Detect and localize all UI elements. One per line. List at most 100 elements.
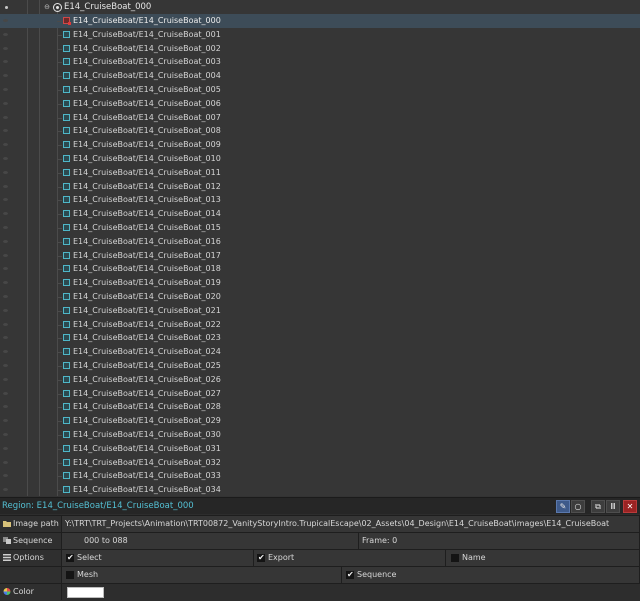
visibility-icon[interactable]	[3, 322, 8, 326]
region-icon	[63, 389, 70, 397]
rename-button[interactable]: Ⅲ	[606, 500, 620, 513]
tree-branch-line	[57, 365, 62, 367]
visibility-icon[interactable]	[3, 253, 8, 257]
region-row[interactable]: E14_CruiseBoat/E14_CruiseBoat_015	[0, 221, 640, 235]
export-option-cell[interactable]: Export	[254, 550, 446, 566]
visibility-icon[interactable]	[3, 115, 8, 119]
region-row[interactable]: E14_CruiseBoat/E14_CruiseBoat_025	[0, 359, 640, 373]
visibility-icon[interactable]	[3, 198, 8, 202]
region-row[interactable]: E14_CruiseBoat/E14_CruiseBoat_019	[0, 276, 640, 290]
region-row[interactable]: E14_CruiseBoat/E14_CruiseBoat_013	[0, 193, 640, 207]
region-row[interactable]: E14_CruiseBoat/E14_CruiseBoat_017	[0, 249, 640, 263]
visibility-icon[interactable]	[3, 267, 8, 271]
region-row[interactable]: E14_CruiseBoat/E14_CruiseBoat_033	[0, 469, 640, 483]
region-row[interactable]: E14_CruiseBoat/E14_CruiseBoat_021	[0, 304, 640, 318]
edit-button[interactable]: ✎	[556, 500, 570, 513]
name-option-cell[interactable]: Name	[446, 550, 640, 566]
visibility-icon[interactable]	[3, 239, 8, 243]
region-row[interactable]: E14_CruiseBoat/E14_CruiseBoat_026	[0, 373, 640, 387]
select-checkbox[interactable]	[66, 552, 74, 564]
sequence-checkbox[interactable]	[346, 569, 354, 581]
visibility-icon[interactable]	[3, 184, 8, 188]
visibility-icon[interactable]	[3, 46, 8, 50]
visibility-icon[interactable]	[3, 143, 8, 147]
tree-branch-line	[57, 186, 62, 188]
region-row[interactable]: E14_CruiseBoat/E14_CruiseBoat_011	[0, 166, 640, 180]
region-row[interactable]: E14_CruiseBoat/E14_CruiseBoat_014	[0, 207, 640, 221]
visibility-dot-icon[interactable]	[5, 6, 8, 9]
visibility-icon[interactable]	[3, 336, 8, 340]
visibility-icon[interactable]	[3, 74, 8, 78]
visibility-icon[interactable]	[3, 60, 8, 64]
region-row[interactable]: E14_CruiseBoat/E14_CruiseBoat_022	[0, 318, 640, 332]
region-row[interactable]: E14_CruiseBoat/E14_CruiseBoat_001	[0, 28, 640, 42]
region-row[interactable]: E14_CruiseBoat/E14_CruiseBoat_018	[0, 262, 640, 276]
sequence-range-field[interactable]: 000 to 088	[62, 533, 359, 549]
name-checkbox[interactable]	[451, 554, 459, 562]
region-row[interactable]: E14_CruiseBoat/E14_CruiseBoat_030	[0, 428, 640, 442]
visibility-icon[interactable]	[3, 488, 8, 492]
visibility-icon[interactable]	[3, 446, 8, 450]
visibility-icon[interactable]	[3, 129, 8, 133]
color-swatch[interactable]	[67, 587, 104, 598]
pivot-button[interactable]: ○	[571, 500, 585, 513]
delete-button[interactable]: ✕	[623, 500, 637, 513]
region-row[interactable]: E14_CruiseBoat/E14_CruiseBoat_000	[0, 14, 640, 28]
tree-root-row[interactable]: ⊖ E14_CruiseBoat_000	[0, 1, 640, 14]
visibility-icon[interactable]	[3, 308, 8, 312]
visibility-icon[interactable]	[3, 391, 8, 395]
region-row[interactable]: E14_CruiseBoat/E14_CruiseBoat_034	[0, 483, 640, 496]
visibility-icon[interactable]	[3, 350, 8, 354]
visibility-icon[interactable]	[3, 419, 8, 423]
region-row[interactable]: E14_CruiseBoat/E14_CruiseBoat_031	[0, 442, 640, 456]
visibility-icon[interactable]	[3, 474, 8, 478]
region-row[interactable]: E14_CruiseBoat/E14_CruiseBoat_024	[0, 345, 640, 359]
region-row[interactable]: E14_CruiseBoat/E14_CruiseBoat_032	[0, 456, 640, 470]
visibility-icon[interactable]	[3, 377, 8, 381]
region-row[interactable]: E14_CruiseBoat/E14_CruiseBoat_028	[0, 400, 640, 414]
collapse-icon[interactable]: ⊖	[43, 3, 51, 11]
visibility-icon[interactable]	[3, 294, 8, 298]
tree-branch-line	[57, 296, 62, 298]
visibility-icon[interactable]	[3, 405, 8, 409]
visibility-icon[interactable]	[3, 432, 8, 436]
region-row[interactable]: E14_CruiseBoat/E14_CruiseBoat_009	[0, 138, 640, 152]
copy-button[interactable]: ⧉	[591, 500, 605, 513]
select-option-cell[interactable]: Select	[62, 550, 254, 566]
region-row[interactable]: E14_CruiseBoat/E14_CruiseBoat_010	[0, 152, 640, 166]
region-label: E14_CruiseBoat/E14_CruiseBoat_028	[73, 402, 221, 412]
region-row[interactable]: E14_CruiseBoat/E14_CruiseBoat_012	[0, 180, 640, 194]
region-row[interactable]: E14_CruiseBoat/E14_CruiseBoat_007	[0, 111, 640, 125]
visibility-icon[interactable]	[3, 281, 8, 285]
mesh-checkbox[interactable]	[66, 571, 74, 579]
region-row[interactable]: E14_CruiseBoat/E14_CruiseBoat_002	[0, 42, 640, 56]
visibility-icon[interactable]	[3, 460, 8, 464]
mesh-option-cell[interactable]: Mesh	[62, 567, 342, 583]
visibility-icon[interactable]	[3, 170, 8, 174]
visibility-icon[interactable]	[3, 32, 8, 36]
region-label: E14_CruiseBoat/E14_CruiseBoat_008	[73, 126, 221, 136]
visibility-icon[interactable]	[3, 156, 8, 160]
visibility-icon[interactable]	[3, 225, 8, 229]
visibility-icon[interactable]	[3, 87, 8, 91]
region-row[interactable]: E14_CruiseBoat/E14_CruiseBoat_003	[0, 55, 640, 69]
region-row[interactable]: E14_CruiseBoat/E14_CruiseBoat_029	[0, 414, 640, 428]
visibility-icon[interactable]	[3, 19, 8, 22]
region-row[interactable]: E14_CruiseBoat/E14_CruiseBoat_023	[0, 331, 640, 345]
sequence-option-cell[interactable]: Sequence	[342, 567, 640, 583]
visibility-icon[interactable]	[3, 101, 8, 105]
frame-field[interactable]: Frame: 0	[359, 533, 640, 549]
region-icon	[63, 72, 70, 80]
visibility-icon[interactable]	[3, 363, 8, 367]
tree-branch-line	[57, 476, 62, 478]
image-path-field[interactable]: Y:\TRT\TRT_Projects\Animation\TRT00872_V…	[62, 516, 640, 532]
export-checkbox[interactable]	[257, 552, 265, 564]
region-row[interactable]: E14_CruiseBoat/E14_CruiseBoat_027	[0, 387, 640, 401]
region-row[interactable]: E14_CruiseBoat/E14_CruiseBoat_020	[0, 290, 640, 304]
region-row[interactable]: E14_CruiseBoat/E14_CruiseBoat_005	[0, 83, 640, 97]
visibility-icon[interactable]	[3, 212, 8, 216]
region-row[interactable]: E14_CruiseBoat/E14_CruiseBoat_008	[0, 124, 640, 138]
region-row[interactable]: E14_CruiseBoat/E14_CruiseBoat_016	[0, 235, 640, 249]
region-row[interactable]: E14_CruiseBoat/E14_CruiseBoat_004	[0, 69, 640, 83]
region-row[interactable]: E14_CruiseBoat/E14_CruiseBoat_006	[0, 97, 640, 111]
